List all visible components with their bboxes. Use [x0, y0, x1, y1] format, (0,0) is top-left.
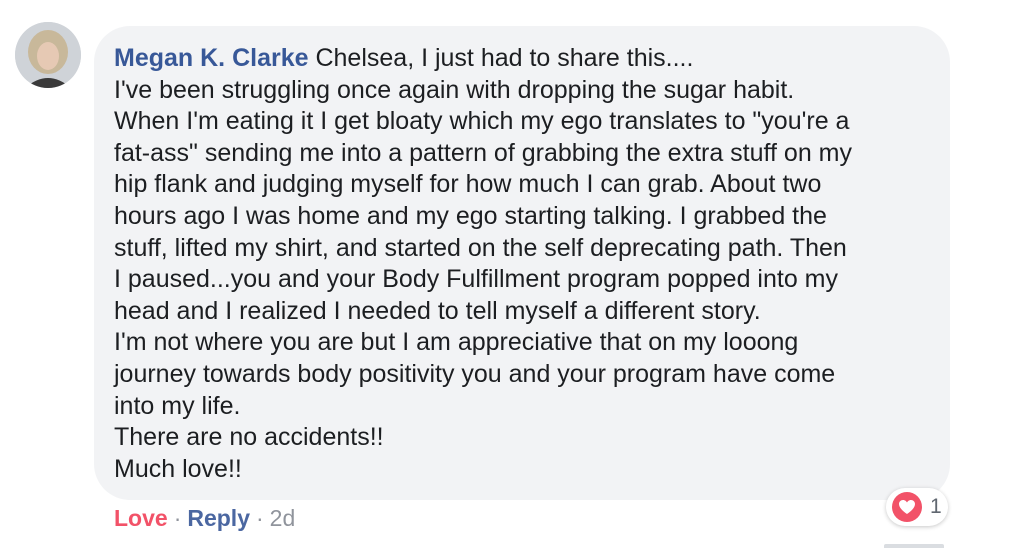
reaction-count: 1: [930, 495, 942, 518]
comment-line-12: There are no accidents!!: [114, 423, 384, 452]
love-button[interactable]: Love: [114, 505, 168, 531]
comment-line-8: head and I realized I needed to tell mys…: [114, 296, 761, 325]
comment-line-13: Much love!!: [114, 454, 242, 483]
comment-text: Chelsea, I just had to share this....: [315, 44, 694, 72]
author-name-link[interactable]: Megan K. Clarke: [114, 44, 309, 72]
comment-line-11: into my life.: [114, 391, 241, 420]
comment-line-0: Megan K. Clarke Chelsea, I just had to s…: [114, 43, 930, 75]
avatar[interactable]: [15, 22, 81, 88]
comment-line-10: journey towards body positivity you and …: [114, 359, 836, 388]
reply-button[interactable]: Reply: [187, 505, 250, 531]
comment-bubble: Megan K. Clarke Chelsea, I just had to s…: [94, 26, 950, 500]
timestamp-link[interactable]: 2d: [270, 505, 296, 531]
comment-line-3: fat-ass" sending me into a pattern of gr…: [114, 138, 853, 167]
separator: ·: [173, 505, 182, 531]
separator: ·: [256, 505, 264, 531]
heart-icon: [892, 492, 922, 522]
comment-line-9: I'm not where you are but I am appreciat…: [114, 328, 799, 357]
comment-actions: Love · Reply · 2d: [114, 503, 295, 533]
comment-line-6: stuff, lifted my shirt, and started on t…: [114, 233, 847, 262]
comment-line-5: hours ago I was home and my ego starting…: [114, 201, 827, 230]
comment-line-7: I paused...you and your Body Fulfillment…: [114, 265, 839, 294]
comment-line-1: I've been struggling once again with dro…: [114, 75, 795, 104]
profile-photo: [15, 22, 81, 88]
comment-line-4: hip flank and judging myself for how muc…: [114, 170, 822, 199]
reaction-summary[interactable]: 1: [886, 488, 948, 526]
next-comment-edge: [884, 544, 944, 548]
comment-line-2: When I'm eating it I get bloaty which my…: [114, 107, 850, 136]
